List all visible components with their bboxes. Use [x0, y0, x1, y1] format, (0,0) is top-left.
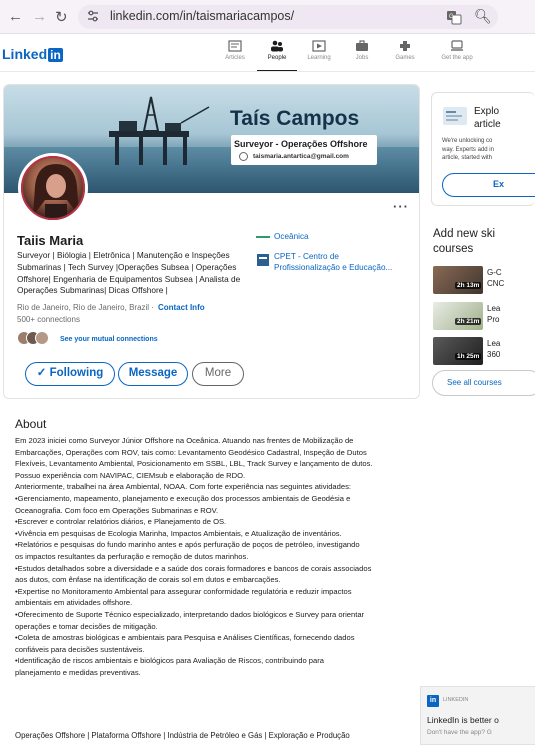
check-icon: ✓: [36, 367, 47, 379]
more-actions-icon[interactable]: ···: [393, 199, 409, 214]
profile-location: Rio de Janeiro, Rio de Janeiro, Brazil ·…: [17, 303, 205, 312]
learning-icon: [312, 40, 326, 52]
banner-title: Taís Campos: [230, 107, 360, 130]
linkedin-header: Linked in Articles People Learning Jobs G…: [0, 34, 535, 72]
translate-icon[interactable]: G: [446, 9, 462, 25]
avatar-ring: [21, 156, 85, 220]
about-title: About: [15, 417, 47, 431]
articles-illustration-icon: [443, 107, 467, 125]
linkedin-logo-icon: in: [427, 695, 439, 707]
zoom-icon[interactable]: 🔍︎: [474, 8, 492, 25]
message-button[interactable]: Message: [118, 362, 188, 386]
explore-articles-text: We're unlocking co way. Experts add in a…: [442, 138, 494, 161]
nav-articles[interactable]: Articles: [215, 40, 255, 61]
course-duration: 1h 25m: [455, 353, 482, 360]
course-thumbnail: [433, 266, 483, 294]
oil-platform-illustration: [109, 96, 210, 165]
browser-toolbar: ← → ↻ linkedin.com/in/taismariacampos/ G…: [0, 0, 535, 34]
app-icon: [451, 40, 463, 51]
explore-button[interactable]: Ex: [442, 173, 535, 197]
reload-icon[interactable]: ↻: [55, 8, 68, 26]
org-oceanica[interactable]: Oceânica: [274, 231, 309, 242]
course-item[interactable]: 1h 25m Lea 360: [433, 337, 535, 365]
course-duration: 2h 21m: [455, 318, 482, 325]
promo-brand: LINKEDIN: [443, 697, 469, 703]
course-item[interactable]: 2h 13m G-C CNC: [433, 266, 535, 294]
course-duration: 2h 13m: [455, 282, 482, 289]
nav-people[interactable]: People: [257, 40, 297, 71]
connections-count[interactable]: 500+ connections: [17, 315, 80, 324]
following-button[interactable]: ✓ Following: [25, 362, 115, 386]
nav-games[interactable]: Games: [385, 40, 425, 61]
course-item[interactable]: 2h 21m Lea Pro: [433, 302, 535, 330]
course-title: Lea 360: [487, 339, 501, 359]
course-title: Lea Pro: [487, 304, 501, 324]
mail-icon: [239, 152, 248, 161]
course-thumbnail: [433, 302, 483, 330]
oceanica-logo-icon: [256, 236, 270, 238]
linkedin-logo[interactable]: Linked in: [2, 46, 63, 62]
about-body: Em 2023 iniciei como Surveyor Júnior Off…: [15, 436, 373, 677]
cpet-logo-icon: [257, 254, 269, 266]
app-promo-banner[interactable]: in LINKEDIN LinkedIn is better o Don't h…: [420, 686, 535, 745]
course-title: G-C CNC: [487, 268, 505, 288]
profile-name: Taiis Maria: [17, 233, 84, 248]
profile-headline: Surveyor | Biólogia | Eletrônica | Manut…: [17, 250, 241, 296]
articles-icon: [228, 40, 242, 52]
url-text[interactable]: linkedin.com/in/taismariacampos/: [110, 9, 294, 23]
svg-text:G: G: [449, 14, 454, 20]
course-thumbnail: [433, 337, 483, 365]
mutual-avatars[interactable]: [17, 331, 57, 347]
explore-articles-title: Explo article: [474, 106, 501, 130]
nav-learning[interactable]: Learning: [299, 40, 339, 61]
promo-title: LinkedIn is better o: [427, 715, 499, 725]
banner-subtitle: Surveyor - Operações Offshore: [234, 139, 368, 149]
more-button[interactable]: More: [192, 362, 244, 386]
org-cpet-line2[interactable]: Profissionalização e Educação...: [274, 262, 392, 273]
org-cpet-line1[interactable]: CPET - Centro de: [274, 251, 339, 262]
arrow-left-icon[interactable]: ←: [8, 8, 23, 25]
arrow-right-icon[interactable]: →: [32, 8, 47, 25]
about-footer: Operações Offshore | Plataforma Offshore…: [15, 731, 350, 740]
games-icon: [400, 41, 410, 51]
nav-get-app[interactable]: Get the app: [437, 40, 477, 61]
see-all-courses-button[interactable]: See all courses: [432, 370, 535, 396]
banner-subtitle-box: Surveyor - Operações Offshore taismaria.…: [231, 135, 377, 165]
profile-card: Taís Campos Surveyor - Operações Offshor…: [3, 84, 420, 399]
site-settings-icon[interactable]: [86, 9, 100, 23]
nav-jobs[interactable]: Jobs: [342, 40, 382, 61]
explore-articles-card: Explo article We're unlocking co way. Ex…: [431, 92, 535, 206]
contact-info-link[interactable]: Contact Info: [158, 303, 205, 312]
banner-email: taismaria.antartica@gmail.com: [253, 153, 349, 160]
jobs-icon: [356, 40, 368, 51]
courses-title: Add new ski courses: [433, 228, 496, 255]
mutual-connections-link[interactable]: See your mutual connections: [60, 336, 158, 343]
people-icon: [271, 40, 283, 52]
promo-subtitle: Don't have the app? G: [427, 729, 492, 736]
